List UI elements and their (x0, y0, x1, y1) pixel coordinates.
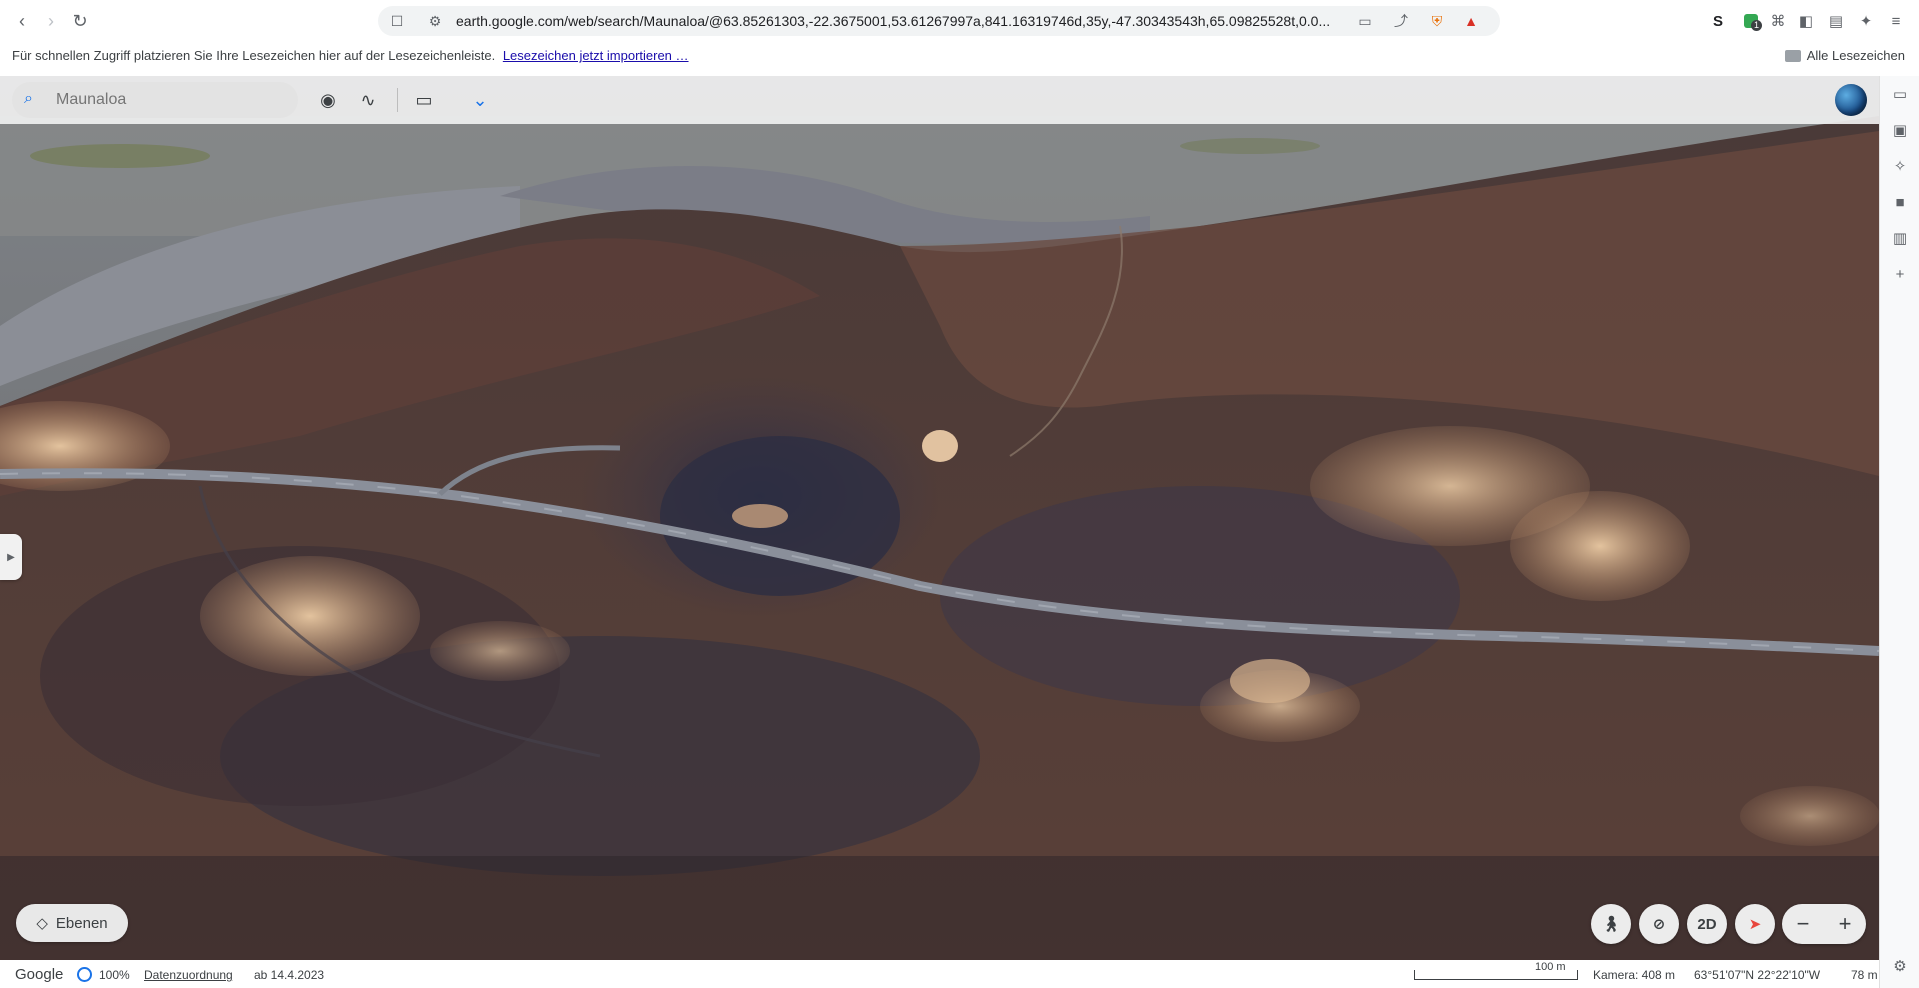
earth-status-bar: Google 100% Datenzuordnung ab 14.4.2023 … (0, 960, 1879, 988)
add-panel-icon[interactable]: + (1890, 264, 1910, 284)
placemark-icon[interactable]: ◉ (314, 88, 342, 112)
tilt-icon: ⊘ (1652, 916, 1666, 933)
layers-label: Ebenen (55, 914, 108, 932)
menu-icon[interactable]: ≡ (1883, 8, 1909, 34)
reload-icon[interactable]: ↻ (67, 8, 93, 34)
settings-gear-icon[interactable]: ⚙ (1890, 956, 1910, 976)
loading-progress-icon (77, 967, 92, 982)
toolbar-divider (397, 88, 398, 112)
data-attribution-link[interactable]: Datenzuordnung (144, 968, 233, 982)
share-icon[interactable]: ⤴ (1388, 6, 1414, 36)
extensions-puzzle-icon[interactable]: ⌘ (1765, 8, 1791, 34)
zoom-out-button[interactable]: − (1782, 904, 1824, 944)
sidebar-toggle-icon[interactable]: ◧ (1793, 8, 1819, 34)
layers-icon: ◇ (36, 915, 48, 932)
elevation: 78 m (1851, 968, 1878, 982)
extension-badge-icon[interactable]: 1 (1738, 8, 1764, 34)
view-mode-button[interactable]: 2D (1687, 904, 1727, 944)
search-box[interactable]: ⌕ (12, 82, 298, 118)
search-input[interactable] (56, 82, 286, 118)
all-bookmarks-button[interactable]: Alle Lesezeichen (1784, 48, 1905, 63)
earth-viewport[interactable]: ⌕ ◉ ∿ ▭ ⌄ ▶ ◇ Ebenen 🚶︎ ⊘ 2D ➤ − + (0, 76, 1879, 960)
terrain-imagery[interactable] (0, 76, 1879, 960)
back-icon[interactable]: ‹ (9, 8, 35, 34)
zoom-in-button[interactable]: + (1824, 904, 1866, 944)
wallet-panel-icon[interactable]: ▣ (1890, 120, 1910, 140)
expand-panel-handle[interactable]: ▶ (0, 534, 22, 580)
compass-icon: ➤ (1748, 916, 1762, 933)
leo-panel-icon[interactable]: ✧ (1890, 156, 1910, 176)
zoom-control: − + (1782, 904, 1866, 944)
bookmarks-hint: Für schnellen Zugriff platzieren Sie Ihr… (12, 48, 496, 63)
browser-side-panel: ▭ ▣ ✧ ■ ▥ + ⚙ (1879, 76, 1919, 988)
compass-button[interactable]: ➤ (1735, 904, 1775, 944)
coordinates: 63°51'07"N 22°22'10"W (1694, 968, 1821, 982)
extension-badge-count: 1 (1751, 20, 1763, 31)
all-bookmarks-label: Alle Lesezeichen (1806, 48, 1905, 63)
bookmarks-panel-icon[interactable]: ■ (1890, 192, 1910, 212)
globe-avatar[interactable] (1835, 84, 1867, 116)
pegman-button[interactable]: 🚶︎ (1591, 904, 1631, 944)
forward-icon[interactable]: › (38, 8, 64, 34)
scale-label: 100 m (1535, 961, 1566, 973)
view-mode-label: 2D (1697, 915, 1717, 933)
import-bookmarks-link[interactable]: Lesezeichen jetzt importieren … (503, 48, 689, 63)
site-info-icon[interactable]: ⚙ (422, 6, 448, 36)
google-logo: Google (15, 966, 64, 983)
brave-rewards-icon[interactable]: ▲ (1458, 6, 1484, 36)
wallet-icon[interactable]: ▤ (1823, 8, 1849, 34)
cast-icon[interactable]: ▭ (1352, 6, 1378, 36)
imagery-date: ab 14.4.2023 (254, 968, 325, 982)
browser-toolbar: ‹ › ↻ ☐ ⚙ earth.google.com/web/search/Ma… (0, 0, 1919, 42)
loading-progress: 100% (99, 968, 130, 982)
reset-tilt-button[interactable]: ⊘ (1639, 904, 1679, 944)
search-icon[interactable]: ⌕ (24, 90, 42, 108)
leo-ai-icon[interactable]: ✦ (1853, 8, 1879, 34)
earth-toolbar: ⌕ ◉ ∿ ▭ ⌄ (0, 76, 1879, 124)
path-icon[interactable]: ∿ (354, 88, 382, 112)
bookmark-star-icon[interactable]: ☐ (384, 6, 410, 36)
bookmarks-bar: Für schnellen Zugriff platzieren Sie Ihr… (0, 42, 1919, 70)
chevron-down-icon[interactable]: ⌄ (466, 88, 494, 112)
pegman-icon: 🚶︎ (1601, 916, 1621, 933)
folder-icon (1784, 49, 1801, 62)
extension-s-icon[interactable]: S (1705, 8, 1731, 34)
media-icon[interactable]: ▭ (1890, 84, 1910, 104)
ruler-icon[interactable]: ▭ (410, 88, 438, 112)
url-text[interactable]: earth.google.com/web/search/Maunaloa/@63… (456, 6, 1346, 36)
brave-shield-icon[interactable]: ⛨ (1424, 6, 1450, 36)
camera-altitude: Kamera: 408 m (1593, 968, 1676, 982)
layers-button[interactable]: ◇ Ebenen (16, 904, 128, 942)
reading-list-icon[interactable]: ▥ (1890, 228, 1910, 248)
